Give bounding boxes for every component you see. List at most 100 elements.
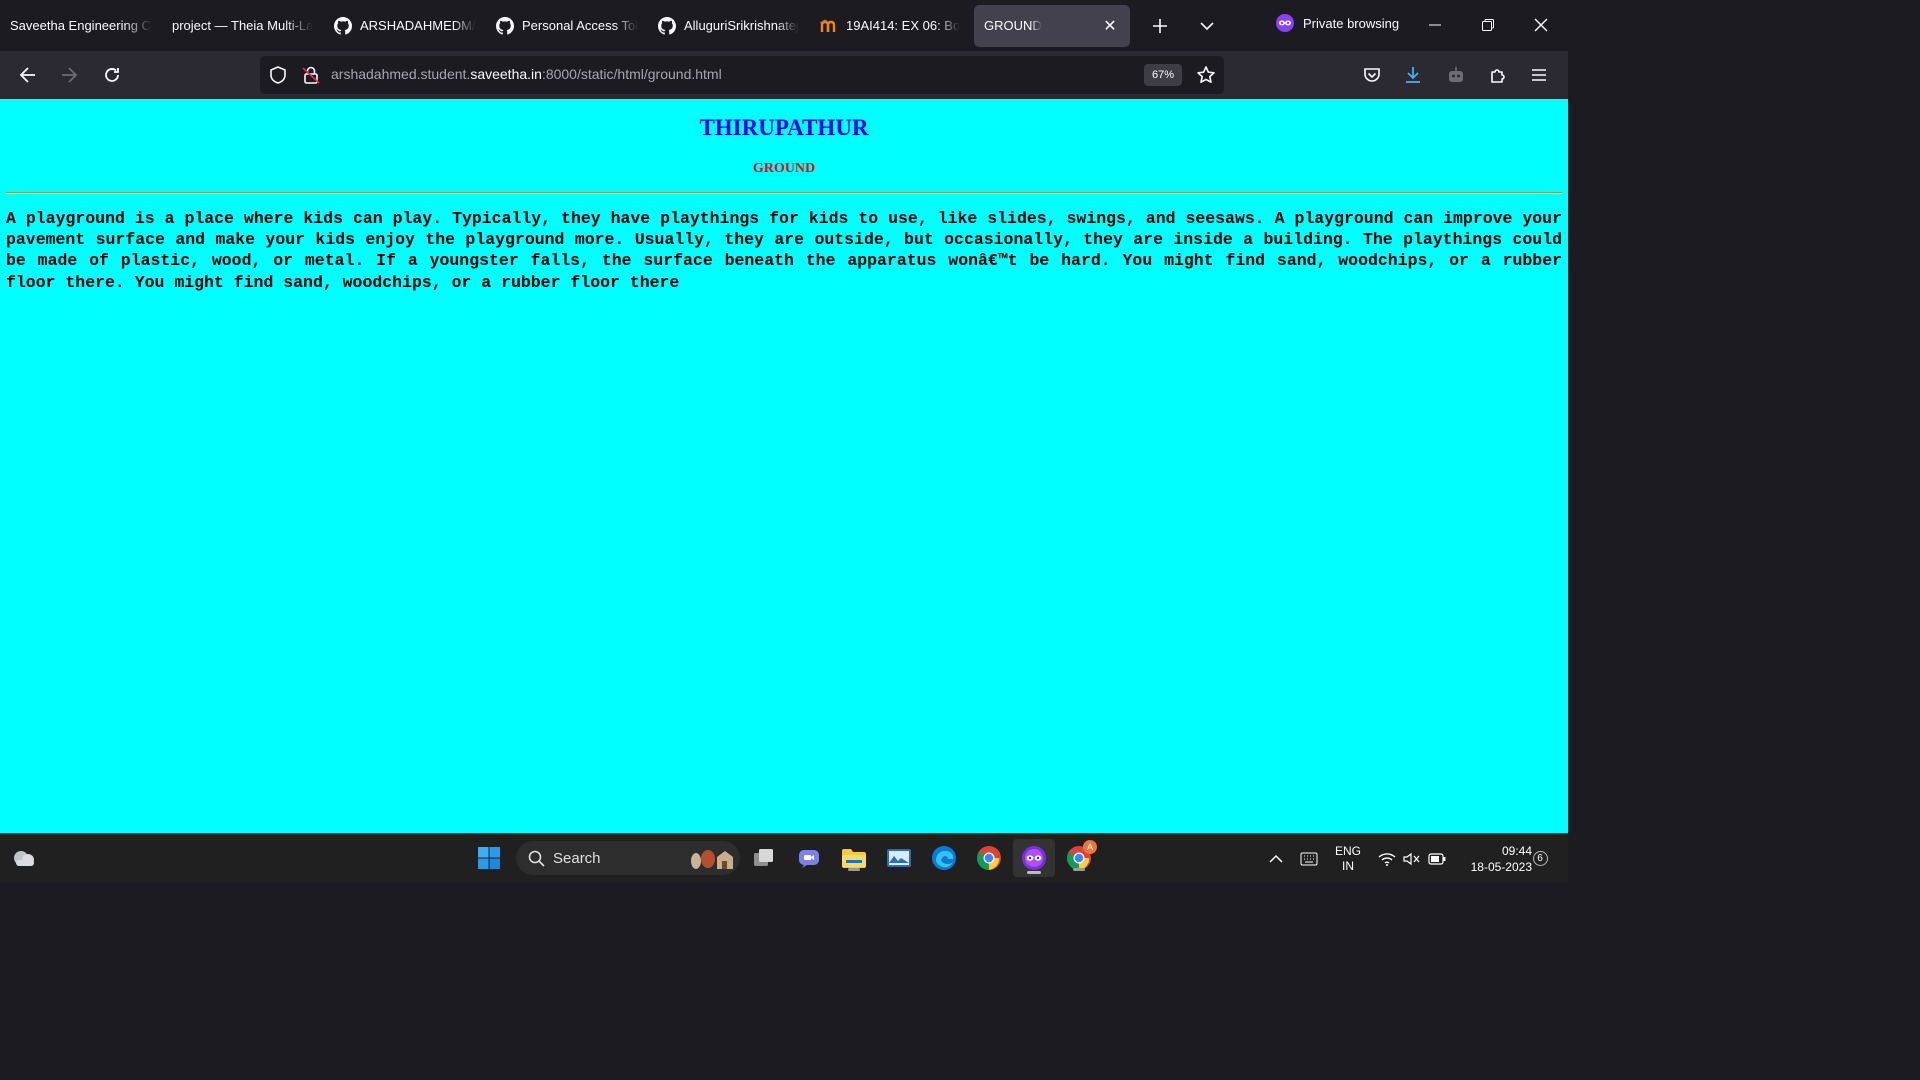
restore-button[interactable] bbox=[1464, 8, 1512, 42]
tab-title: GROUND bbox=[984, 18, 1042, 33]
chrome-icon bbox=[977, 846, 1001, 870]
address-bar[interactable]: arshadahmed.student.saveetha.in:8000/sta… bbox=[260, 56, 1224, 94]
insecure-lock-icon[interactable] bbox=[302, 65, 320, 90]
tab-title: AlluguriSrikrishnatej bbox=[684, 18, 799, 33]
arrow-left-icon bbox=[19, 67, 35, 83]
bookmark-star-icon[interactable] bbox=[1196, 65, 1216, 90]
tracking-protection-shield-icon[interactable] bbox=[268, 65, 288, 90]
photos-app-button[interactable] bbox=[883, 842, 915, 874]
chrome-profile-button[interactable]: A bbox=[1063, 840, 1097, 874]
url-text[interactable]: arshadahmed.student.saveetha.in:8000/sta… bbox=[331, 66, 722, 82]
extension-button[interactable] bbox=[1438, 57, 1474, 93]
reload-button[interactable] bbox=[94, 57, 130, 93]
edge-icon bbox=[932, 846, 956, 870]
teams-chat-icon bbox=[799, 850, 819, 868]
private-browsing-indicator: Private browsing bbox=[1276, 14, 1399, 32]
back-button[interactable] bbox=[10, 57, 46, 93]
tab-title: ARSHADAHMEDM/c bbox=[360, 18, 476, 33]
search-label: Search bbox=[553, 849, 601, 867]
close-window-button[interactable] bbox=[1517, 8, 1565, 42]
download-icon bbox=[1406, 67, 1420, 83]
profile-badge: A bbox=[1083, 840, 1097, 854]
teams-chat-button[interactable] bbox=[793, 842, 825, 874]
extension-robot-icon bbox=[1449, 67, 1463, 82]
start-button[interactable] bbox=[473, 842, 505, 874]
downloads-button[interactable] bbox=[1395, 57, 1431, 93]
wifi-icon bbox=[1378, 852, 1396, 866]
minimize-icon bbox=[1429, 24, 1441, 26]
horizontal-rule bbox=[6, 192, 1562, 194]
tab-ground-active[interactable]: GROUND ✕ bbox=[974, 4, 1130, 47]
chevron-down-icon bbox=[1200, 21, 1214, 30]
app-menu-button[interactable] bbox=[1521, 57, 1557, 93]
navigation-toolbar: arshadahmed.student.saveetha.in:8000/sta… bbox=[0, 51, 1568, 99]
github-icon bbox=[496, 16, 514, 35]
firefox-private-button-active[interactable] bbox=[1013, 839, 1055, 877]
folder-icon bbox=[842, 849, 866, 868]
clock-time: 09:44 bbox=[1501, 843, 1532, 858]
edge-browser-button[interactable] bbox=[928, 842, 960, 874]
page-subheading: GROUND bbox=[752, 161, 816, 176]
url-prefix: arshadahmed.student. bbox=[331, 66, 471, 82]
pocket-button[interactable] bbox=[1354, 57, 1390, 93]
tab-title: 19AI414: EX 06: Bool bbox=[846, 18, 960, 33]
battery-icon bbox=[1428, 852, 1446, 865]
task-view-button[interactable] bbox=[748, 842, 780, 874]
search-highlight-illustration-icon bbox=[686, 845, 736, 875]
quick-settings-button[interactable] bbox=[1374, 834, 1450, 883]
file-explorer-button[interactable] bbox=[838, 842, 870, 874]
volume-muted-icon bbox=[1403, 852, 1420, 865]
windows-logo-icon bbox=[478, 847, 500, 869]
notification-count-badge: 6 bbox=[1532, 851, 1548, 866]
pocket-icon bbox=[1364, 68, 1380, 82]
private-mask-icon bbox=[1276, 14, 1294, 32]
running-indicator bbox=[848, 868, 860, 871]
close-icon bbox=[1534, 18, 1548, 32]
taskbar-search-box[interactable]: Search bbox=[516, 841, 740, 875]
weather-cloud-icon bbox=[14, 851, 34, 866]
tab-github-personal-access-token[interactable]: Personal Access Tok bbox=[486, 5, 648, 47]
moodle-icon bbox=[820, 17, 838, 35]
close-tab-icon[interactable]: ✕ bbox=[1100, 16, 1120, 36]
show-hidden-icons-button[interactable] bbox=[1264, 834, 1288, 883]
tab-theia-project[interactable]: project — Theia Multi-La bbox=[162, 5, 324, 47]
puzzle-icon bbox=[1491, 69, 1505, 83]
tab-moodle-ex06[interactable]: 19AI414: EX 06: Bool bbox=[810, 5, 970, 47]
restore-icon bbox=[1482, 19, 1494, 31]
tab-github-alluguri[interactable]: AlluguriSrikrishnatej bbox=[648, 5, 810, 47]
touch-keyboard-button[interactable] bbox=[1296, 834, 1322, 883]
input-language-indicator[interactable]: ENG IN bbox=[1328, 834, 1368, 883]
windows-taskbar: Search A ENG IN 09:44 18-05-2023 6 bbox=[0, 833, 1568, 882]
region-code: IN bbox=[1342, 858, 1354, 873]
private-browsing-label: Private browsing bbox=[1303, 15, 1400, 31]
photos-icon bbox=[887, 849, 911, 867]
page-heading: THIRUPATHUR bbox=[699, 115, 869, 140]
reload-icon bbox=[105, 68, 119, 82]
language-code: ENG bbox=[1334, 843, 1361, 858]
new-tab-button[interactable] bbox=[1142, 8, 1178, 44]
clock-date: 18-05-2023 bbox=[1470, 859, 1532, 874]
tab-github-arshadahmedm[interactable]: ARSHADAHMEDM/c bbox=[324, 5, 486, 47]
search-icon bbox=[528, 850, 545, 867]
chrome-browser-button[interactable] bbox=[973, 842, 1005, 874]
tab-title: Personal Access Tok bbox=[522, 18, 638, 33]
tab-title: project — Theia Multi-La bbox=[172, 18, 314, 33]
forward-button[interactable] bbox=[51, 57, 87, 93]
notification-center-button[interactable]: 6 bbox=[1532, 834, 1548, 883]
web-page: THIRUPATHUR GROUND A playground is a pla… bbox=[0, 99, 1568, 833]
zoom-level-button[interactable]: 67% bbox=[1144, 64, 1182, 86]
chevron-up-icon bbox=[1269, 854, 1283, 863]
extensions-button[interactable] bbox=[1480, 57, 1516, 93]
running-indicator bbox=[1073, 868, 1085, 871]
clock-button[interactable]: 09:44 18-05-2023 bbox=[1454, 834, 1532, 883]
weather-widget-button[interactable] bbox=[8, 842, 40, 874]
arrow-right-icon bbox=[62, 67, 78, 83]
keyboard-icon bbox=[1300, 852, 1318, 865]
hamburger-menu-icon bbox=[1532, 69, 1546, 81]
plus-icon bbox=[1153, 18, 1167, 33]
task-view-icon bbox=[754, 849, 773, 866]
list-all-tabs-button[interactable] bbox=[1189, 8, 1225, 44]
firefox-private-icon bbox=[1022, 846, 1046, 870]
minimize-button[interactable] bbox=[1411, 8, 1459, 42]
tab-saveetha[interactable]: Saveetha Engineering Co bbox=[0, 5, 162, 47]
